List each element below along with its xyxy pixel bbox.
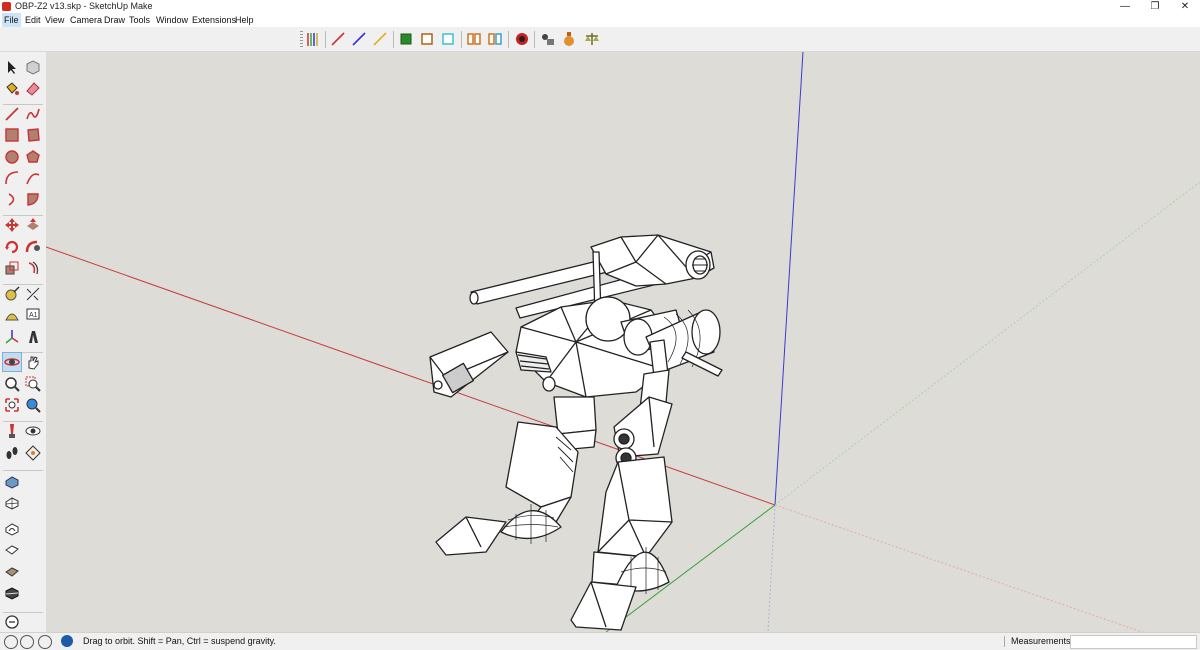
left-toolbar: A1 [0,52,47,632]
blue-axis-line-icon[interactable] [350,30,368,48]
top-toolbar [0,27,1200,52]
select-icon[interactable] [3,58,21,76]
follow-me-icon[interactable] [24,238,42,256]
zoom-icon[interactable] [3,375,21,393]
look-around-icon[interactable] [24,422,42,440]
move-icon[interactable] [3,216,21,234]
circle-icon[interactable] [3,148,21,166]
geo-location-icon[interactable] [4,635,18,649]
sketchup-app-icon [2,2,11,11]
toolbar-separator [508,31,509,48]
menu-extensions[interactable]: Extensions [190,13,238,27]
offset-icon[interactable] [24,259,42,277]
tape-measure-icon[interactable] [3,285,21,303]
push-pull-icon[interactable] [24,216,42,234]
protractor-icon[interactable] [3,306,21,324]
ruby-icon[interactable] [513,30,531,48]
modeling-viewport[interactable] [46,52,1200,632]
orange-double-icon[interactable] [465,30,483,48]
drape-icon[interactable] [3,563,21,581]
blue-axis [774,52,804,506]
paint-bucket-icon[interactable] [3,79,21,97]
stamp-icon[interactable] [3,541,21,559]
menu-draw[interactable]: Draw [102,13,127,27]
axes-icon[interactable] [3,328,21,346]
blue-axis-negative [767,504,776,632]
two-point-arc-icon[interactable] [24,169,42,187]
window-title: OBP-Z2 v13.skp - SketchUp Make [15,1,153,11]
bottle-icon[interactable] [560,30,578,48]
measurements-input[interactable] [1070,635,1197,649]
status-separator [1004,636,1005,647]
smoove-icon[interactable] [3,520,21,538]
green-fill-icon[interactable] [397,30,415,48]
minimize-button[interactable]: — [1110,0,1140,13]
credits-icon[interactable] [20,635,34,649]
measurements-label: Measurements [1011,636,1071,646]
toolbar-separator [534,31,535,48]
sandbox-from-contours-icon[interactable] [3,473,21,491]
sandbox-from-scratch-icon[interactable] [3,494,21,512]
menu-camera[interactable]: Camera [68,13,104,27]
toolbar-separator [393,31,394,48]
add-detail-icon[interactable] [3,584,21,602]
toolbar-separator [325,31,326,48]
help-icon[interactable] [61,635,73,647]
eraser-icon[interactable] [24,79,42,97]
menu-help[interactable]: Help [233,13,256,27]
svg-text:A1: A1 [29,312,38,319]
rectangle-icon[interactable] [3,126,21,144]
green-axis-negative [774,181,1200,506]
orange-outline-icon[interactable] [418,30,436,48]
menu-file[interactable]: File [2,13,21,27]
toolbar-separator [461,31,462,48]
zoom-extents-icon[interactable] [3,396,21,414]
title-bar: OBP-Z2 v13.skp - SketchUp Make — ❐ ✕ [0,0,1200,13]
scale-icon[interactable] [3,259,21,277]
make-component-icon[interactable] [24,58,42,76]
scale-icon[interactable] [583,30,601,48]
three-point-arc-icon[interactable] [3,190,21,208]
toolbar-grip[interactable] [300,31,303,48]
dimension-icon[interactable] [24,285,42,303]
window-controls: — ❐ ✕ [1110,0,1200,13]
rotated-rectangle-icon[interactable] [24,126,42,144]
polygon-icon[interactable] [24,148,42,166]
arc-icon[interactable] [3,169,21,187]
model-canvas[interactable] [46,52,1200,632]
previous-view-icon[interactable] [24,396,42,414]
menu-tools[interactable]: Tools [127,13,152,27]
close-button[interactable]: ✕ [1170,0,1200,13]
status-bar: Drag to orbit. Shift = Pan, Ctrl = suspe… [0,632,1200,650]
x-ray-lines-icon[interactable] [304,30,322,48]
section-plane-icon[interactable] [24,444,42,462]
cyan-double-icon[interactable] [486,30,504,48]
flip-edge-icon[interactable] [3,613,21,631]
rotate-icon[interactable] [3,238,21,256]
paint-drop-icon[interactable] [539,30,557,48]
zoom-window-icon[interactable] [24,375,42,393]
toolbar-separator [3,470,43,471]
user-icon[interactable] [38,635,52,649]
position-camera-icon[interactable] [3,422,21,440]
menu-bar: File Edit View Camera Draw Tools Window … [0,13,1200,27]
menu-view[interactable]: View [43,13,66,27]
cyan-outline-icon[interactable] [439,30,457,48]
menu-window[interactable]: Window [154,13,190,27]
status-message: Drag to orbit. Shift = Pan, Ctrl = suspe… [83,636,276,646]
red-axis-line-icon[interactable] [329,30,347,48]
walk-icon[interactable] [3,444,21,462]
restore-button[interactable]: ❐ [1140,0,1170,13]
freehand-icon[interactable] [24,105,42,123]
red-axis-negative [774,504,1144,632]
orbit-icon[interactable] [2,352,22,372]
menu-edit[interactable]: Edit [23,13,43,27]
pan-icon[interactable] [24,353,42,371]
mech-robot-model[interactable] [429,234,723,631]
pie-icon[interactable] [24,190,42,208]
text-icon[interactable]: A1 [24,306,42,324]
line-icon[interactable] [3,105,21,123]
yellow-axis-line-icon[interactable] [371,30,389,48]
3d-text-icon[interactable] [24,328,42,346]
